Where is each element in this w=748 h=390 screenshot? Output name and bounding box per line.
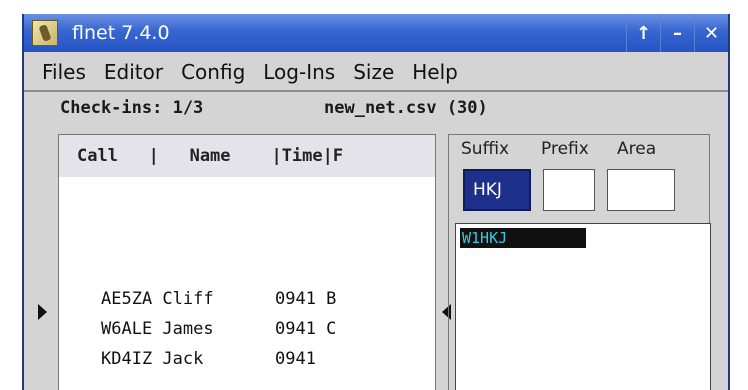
callsign-list[interactable]: Call | Name |Time|F AE5ZA Cliff 0941 B W… [58, 134, 436, 390]
window-controls: ↑ – ✕ [626, 14, 728, 52]
menu-files[interactable]: Files [42, 60, 86, 84]
list-item[interactable]: KD4IZ Jack 0941 [101, 349, 316, 369]
menu-logins[interactable]: Log-Ins [263, 60, 335, 84]
list-item[interactable]: AE5ZA Cliff 0941 B [101, 289, 336, 309]
net-file-name: new_net.csv (30) [324, 98, 488, 118]
list-item[interactable]: W6ALE James 0941 C [101, 319, 336, 339]
callsign-lookup-panel: Suffix Prefix Area HKJ W1HKJ [448, 134, 711, 390]
app-window: flnet 7.4.0 ↑ – ✕ Files Editor Config Lo… [22, 14, 730, 390]
titlebar[interactable]: flnet 7.4.0 ↑ – ✕ [24, 14, 728, 52]
arrow-right-icon[interactable] [38, 304, 47, 320]
menu-help[interactable]: Help [412, 60, 458, 84]
close-icon[interactable]: ✕ [694, 14, 728, 52]
window-title: flnet 7.4.0 [72, 22, 170, 44]
checkins-count: Check-ins: 1/3 [60, 98, 204, 118]
prefix-label: Prefix [541, 139, 589, 159]
menu-size[interactable]: Size [353, 60, 394, 84]
match-item-selected[interactable]: W1HKJ [460, 228, 586, 248]
menubar: Files Editor Config Log-Ins Size Help [24, 54, 728, 92]
suffix-input[interactable]: HKJ [463, 169, 531, 211]
app-icon [32, 20, 58, 46]
match-list[interactable]: W1HKJ [455, 223, 711, 390]
menu-config[interactable]: Config [181, 60, 245, 84]
menu-editor[interactable]: Editor [104, 60, 163, 84]
callsign-list-header: Call | Name |Time|F [59, 135, 435, 177]
suffix-label: Suffix [461, 139, 510, 159]
maximize-icon[interactable]: ↑ [626, 14, 660, 52]
minimize-icon[interactable]: – [660, 14, 694, 52]
area-input[interactable] [607, 169, 675, 211]
area-label: Area [617, 139, 657, 159]
prefix-input[interactable] [543, 169, 595, 211]
